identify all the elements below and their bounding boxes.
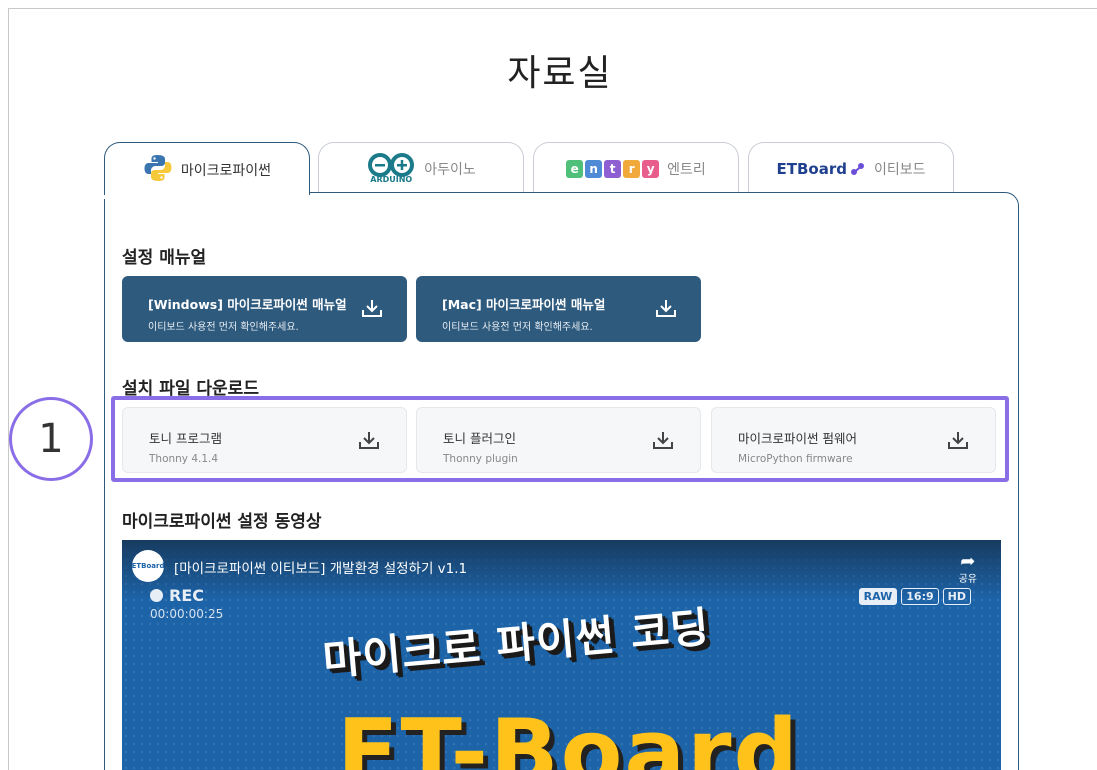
entry-letter: e bbox=[566, 159, 584, 178]
video-heading: 마이크로파이썬 설정 동영상 bbox=[122, 512, 322, 532]
hd-badge: HD bbox=[942, 588, 971, 605]
mac-manual-button[interactable]: [Mac] 마이크로파이썬 매뉴얼 이티보드 사용전 먼저 확인해주세요. bbox=[416, 276, 701, 342]
entry-letter: t bbox=[604, 159, 622, 178]
entry-logo-icon: e n t r y bbox=[566, 159, 660, 178]
tab-etboard[interactable]: ETBoard 이티보드 bbox=[748, 142, 954, 194]
share-button[interactable]: ➦ 공유 bbox=[958, 551, 977, 586]
rec-label: REC bbox=[169, 586, 204, 605]
tab-label: 아두이노 bbox=[424, 161, 476, 178]
tab-label: 이티보드 bbox=[873, 161, 926, 178]
windows-manual-button[interactable]: [Windows] 마이크로파이썬 매뉴얼 이티보드 사용전 먼저 확인해주세요… bbox=[122, 276, 407, 342]
rec-indicator: REC bbox=[150, 586, 204, 605]
tab-entry[interactable]: e n t r y 엔트리 bbox=[533, 142, 739, 194]
page-title: 자료실 bbox=[507, 53, 613, 94]
video-headline: 마이크로 파이썬 코딩 bbox=[320, 602, 712, 685]
raw-badge: RAW bbox=[858, 588, 898, 605]
download-icon bbox=[361, 298, 383, 322]
download-icon bbox=[358, 430, 380, 454]
python-logo-icon bbox=[143, 153, 173, 187]
channel-logo[interactable]: ETBoard bbox=[132, 550, 164, 582]
manual-heading: 설정 매뉴얼 bbox=[122, 248, 207, 268]
file-subtitle: MicroPython firmware bbox=[738, 453, 853, 465]
channel-logo-text: ETBoard bbox=[131, 562, 165, 570]
download-icon bbox=[655, 298, 677, 322]
aspect-badge: 16:9 bbox=[901, 588, 939, 605]
entry-letter: r bbox=[623, 159, 641, 178]
timecode: 00:00:00:25 bbox=[150, 607, 224, 621]
thonny-program-download[interactable]: 토니 프로그램 Thonny 4.1.4 bbox=[122, 407, 407, 473]
arduino-wordmark: ARDUINO bbox=[370, 175, 413, 184]
entry-letter: n bbox=[585, 159, 603, 178]
micropython-firmware-download[interactable]: 마이크로파이썬 펌웨어 MicroPython firmware bbox=[711, 407, 996, 473]
file-subtitle: Thonny plugin bbox=[443, 453, 518, 465]
share-icon: ➦ bbox=[960, 551, 976, 572]
record-dot-icon bbox=[150, 589, 163, 602]
video-brand-text: ET-Board bbox=[337, 700, 800, 770]
format-badges: RAW 16:9 HD bbox=[858, 588, 971, 605]
video-title[interactable]: [마이크로파이썬 이티보드] 개발환경 설정하기 v1.1 bbox=[174, 557, 467, 577]
etboard-wordmark: ETBoard bbox=[776, 159, 847, 178]
step-marker: 1 bbox=[9, 397, 93, 481]
tab-arduino[interactable]: ARDUINO 아두이노 bbox=[318, 142, 524, 194]
tab-label: 마이크로파이썬 bbox=[180, 162, 272, 179]
arduino-logo-icon: ARDUINO bbox=[366, 153, 416, 184]
thonny-plugin-download[interactable]: 토니 플러그인 Thonny plugin bbox=[416, 407, 701, 473]
download-icon bbox=[652, 430, 674, 454]
file-subtitle: Thonny 4.1.4 bbox=[149, 453, 219, 465]
video-player[interactable]: ETBoard [마이크로파이썬 이티보드] 개발환경 설정하기 v1.1 ➦ … bbox=[122, 540, 1001, 770]
install-heading: 설치 파일 다운로드 bbox=[122, 379, 259, 399]
etboard-logo-icon: ETBoard bbox=[776, 160, 865, 178]
entry-letter: y bbox=[642, 159, 660, 178]
download-icon bbox=[947, 430, 969, 454]
share-label: 공유 bbox=[958, 574, 977, 585]
tab-label: 엔트리 bbox=[667, 161, 706, 178]
tab-micropython[interactable]: 마이크로파이썬 bbox=[104, 142, 310, 199]
